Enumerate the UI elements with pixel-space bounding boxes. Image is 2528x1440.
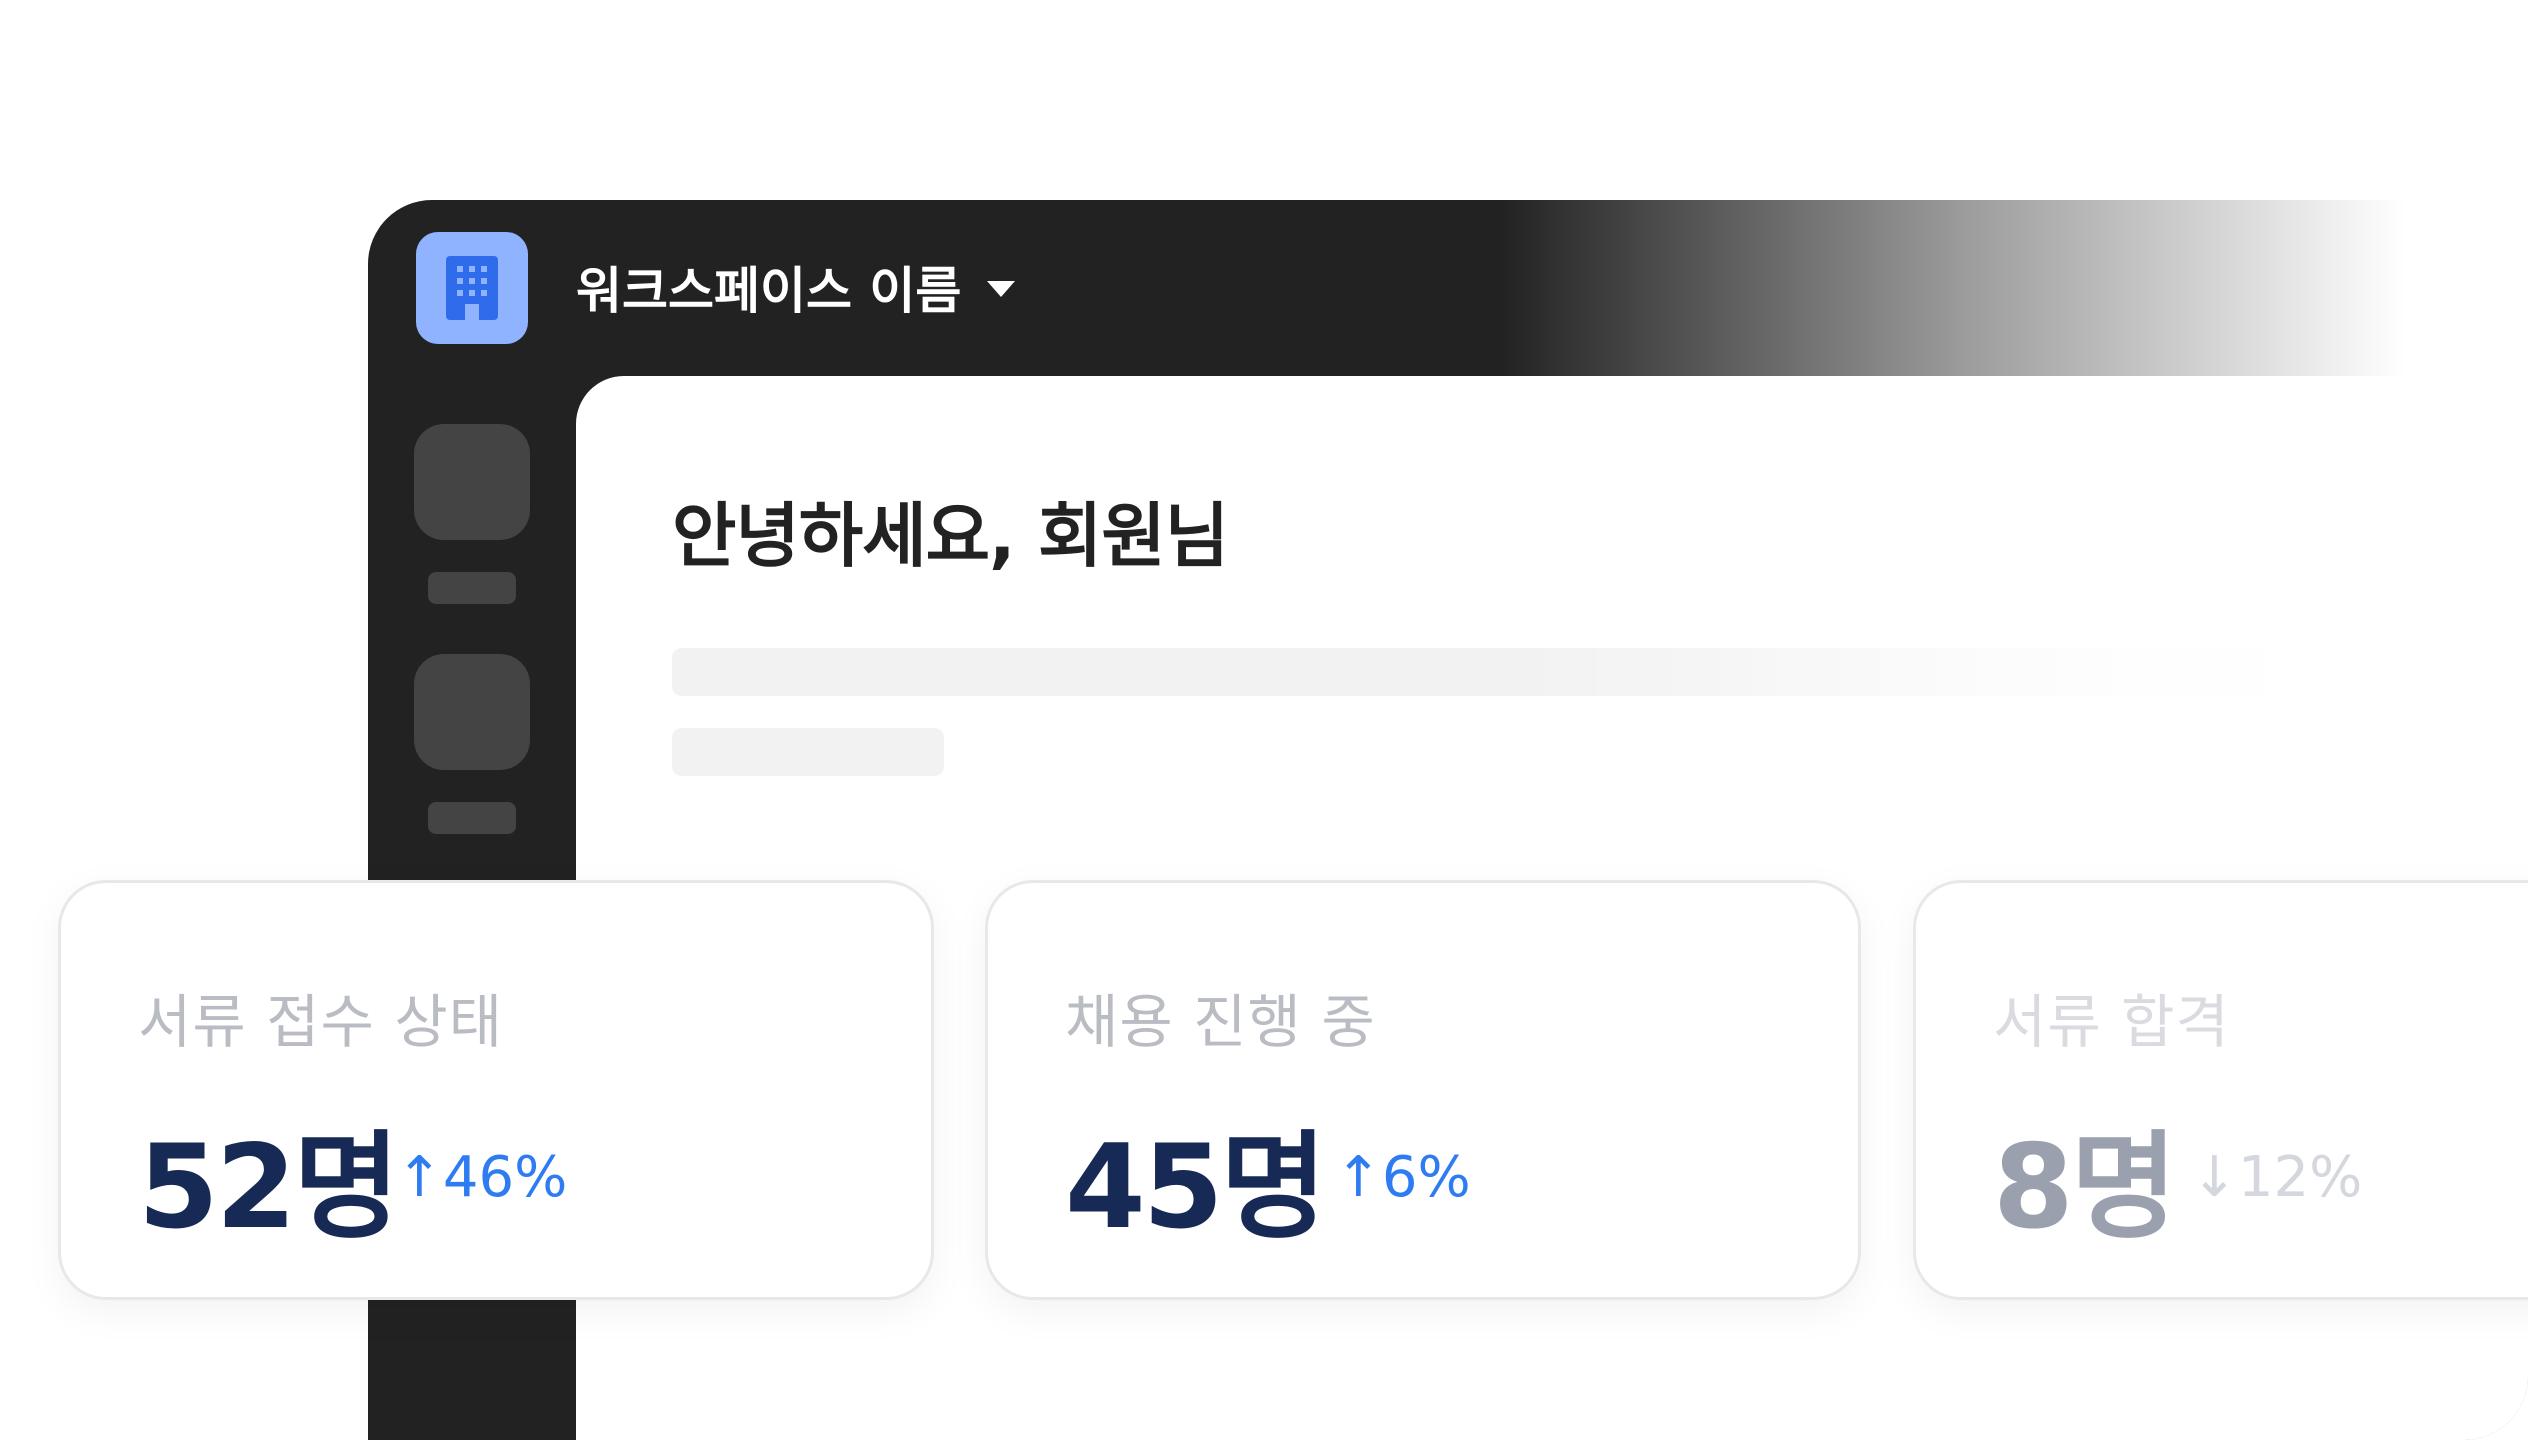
workspace-switcher[interactable]: 워크스페이스 이름 bbox=[576, 252, 1016, 322]
screenshot-frame: 워크스페이스 이름 안녕하세요, 회원님 서류 접수 상태 52명 ↑46% 채… bbox=[0, 0, 2528, 1440]
stat-delta: ↑46% bbox=[396, 1145, 568, 1210]
stat-label: 서류 합격 bbox=[1993, 988, 2230, 1056]
stat-delta: ↓12% bbox=[2191, 1145, 2363, 1210]
workspace-name: 워크스페이스 이름 bbox=[576, 262, 962, 320]
stat-value: 8명 bbox=[1993, 1120, 2177, 1255]
caret-down-icon bbox=[987, 281, 1016, 297]
page-greeting: 안녕하세요, 회원님 bbox=[672, 495, 1229, 577]
sidebar-item-2-label bbox=[428, 802, 516, 834]
building-icon bbox=[446, 256, 498, 320]
stat-card-passed[interactable]: 서류 합격 8명 ↓12% bbox=[1913, 880, 2528, 1300]
stat-card-applications[interactable]: 서류 접수 상태 52명 ↑46% bbox=[58, 880, 934, 1300]
stat-delta: ↑6% bbox=[1335, 1145, 1471, 1210]
stat-card-in-progress[interactable]: 채용 진행 중 45명 ↑6% bbox=[985, 880, 1861, 1300]
skeleton-line-long bbox=[672, 648, 2392, 696]
workspace-logo[interactable] bbox=[416, 232, 528, 344]
skeleton-line-short bbox=[672, 728, 944, 776]
sidebar-item-1-label bbox=[428, 572, 516, 604]
sidebar-item-2-icon[interactable] bbox=[414, 654, 530, 770]
stat-label: 서류 접수 상태 bbox=[138, 988, 504, 1056]
stat-label: 채용 진행 중 bbox=[1065, 988, 1376, 1056]
stat-value: 52명 bbox=[138, 1120, 400, 1255]
stat-value: 45명 bbox=[1065, 1120, 1327, 1255]
sidebar-item-1-icon[interactable] bbox=[414, 424, 530, 540]
